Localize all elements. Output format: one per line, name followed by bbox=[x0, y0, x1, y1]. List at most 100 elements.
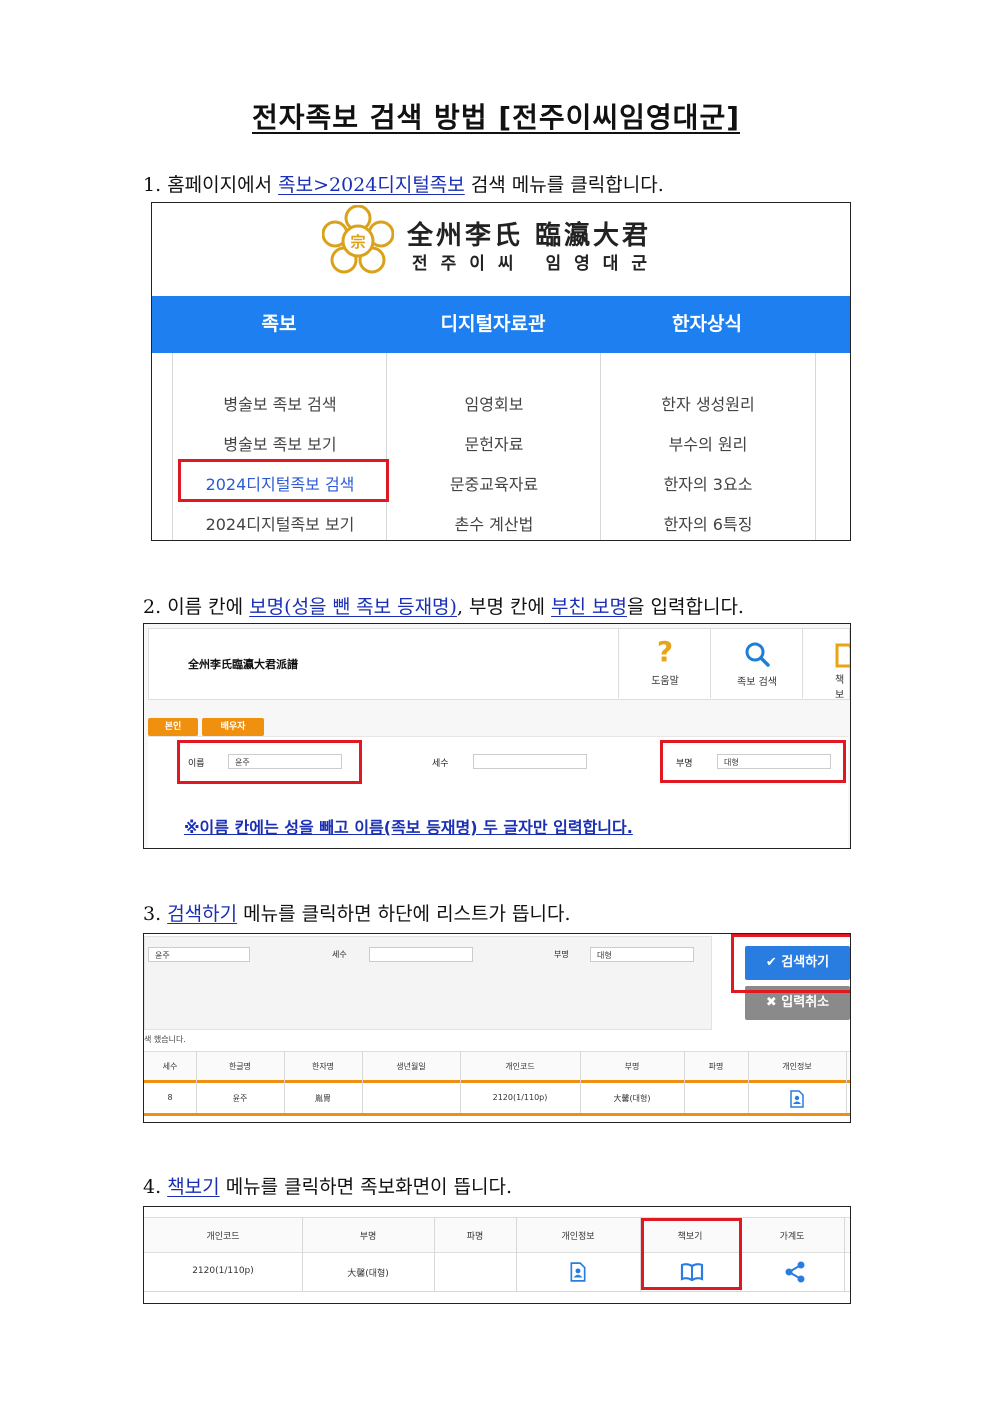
menu-item[interactable]: 2024디지털족보 보기 bbox=[173, 511, 387, 535]
highlight-box bbox=[660, 740, 846, 783]
highlight-box bbox=[178, 459, 389, 502]
logo-hanja: 全州李氏 臨瀛大君 bbox=[407, 221, 652, 251]
book-view-button[interactable]: 책보 bbox=[802, 628, 850, 698]
menu-item[interactable]: 한자의 3요소 bbox=[601, 471, 815, 495]
step-number: 3. bbox=[143, 903, 162, 925]
generation-input[interactable] bbox=[473, 754, 587, 769]
note-text: ※이름 칸에는 성을 빼고 이름(족보 등재명) 두 글자만 입력합니다. bbox=[184, 818, 633, 837]
step-text: 이름 칸에 bbox=[167, 596, 244, 618]
logo-hangul: 전주이씨 임영대군 bbox=[412, 254, 661, 274]
help-button[interactable]: ? 도움말 bbox=[618, 628, 711, 698]
tool-label: 도움말 bbox=[651, 676, 679, 687]
menu-item[interactable]: 한자 생성원리 bbox=[601, 391, 815, 415]
menu-item[interactable]: 부수의 원리 bbox=[601, 431, 815, 455]
step-text: 을 입력합니다. bbox=[627, 596, 744, 618]
father-name-label: 부명 bbox=[554, 950, 569, 959]
menu-column-jokbo: 병술보 족보 검색 병술보 족보 보기 2024디지털족보 검색 2024디지털… bbox=[172, 353, 387, 540]
screenshot-book-view: 개인코드 부명 파명 개인정보 책보기 가계도 2120(1/110p) 大馨(… bbox=[143, 1206, 851, 1304]
table-bottom-line bbox=[144, 1291, 850, 1292]
table-cell: 2120(1/110p) bbox=[192, 1266, 254, 1276]
table-cell: 윤주 bbox=[232, 1094, 248, 1103]
table-cell: 大馨(대형) bbox=[347, 1269, 389, 1279]
col-header: 개인코드 bbox=[505, 1062, 535, 1071]
step-text: 검색 메뉴를 클릭합니다. bbox=[470, 174, 664, 196]
menu-column-archive: 임영회보 문헌자료 문중교육자료 촌수 계산법 bbox=[386, 353, 601, 540]
step-number: 2. bbox=[143, 596, 162, 618]
nav-hanja[interactable]: 한자상식 bbox=[600, 296, 814, 353]
generation-label: 세수 bbox=[432, 759, 449, 769]
reset-button-label: 입력취소 bbox=[781, 995, 830, 1010]
step-text: 홈페이지에서 bbox=[167, 174, 273, 196]
table-divider bbox=[844, 1217, 845, 1291]
menu-item[interactable]: 문헌자료 bbox=[387, 431, 601, 455]
table-cell: 2120(1/110p) bbox=[492, 1093, 548, 1102]
table-divider bbox=[580, 1051, 581, 1113]
screenshot-menu: 宗 全州李氏 臨瀛大君 전주이씨 임영대군 족보 디지털자료관 한자상식 병술보… bbox=[151, 202, 851, 541]
nav-digital-archive[interactable]: 디지털자료관 bbox=[386, 296, 600, 353]
close-icon: ✖ bbox=[765, 995, 777, 1010]
svg-text:宗: 宗 bbox=[350, 233, 365, 251]
step-text: 메뉴를 클릭하면 하단에 리스트가 뜹니다. bbox=[243, 903, 571, 925]
step-link: 검색하기 bbox=[167, 903, 238, 925]
col-header: 한자명 bbox=[311, 1062, 335, 1071]
step-number: 1. bbox=[143, 174, 162, 196]
col-header: 파명 bbox=[466, 1232, 484, 1242]
nav-jokbo[interactable]: 족보 bbox=[172, 296, 386, 353]
menu-item[interactable]: 병술보 족보 보기 bbox=[173, 431, 387, 455]
note-box: ※이름 칸에는 성을 빼고 이름(족보 등재명) 두 글자만 입력합니다. bbox=[180, 802, 736, 842]
clan-emblem-icon: 宗 bbox=[322, 205, 394, 274]
step-4: 4. 책보기 메뉴를 클릭하면 족보화면이 뜹니다. bbox=[143, 1172, 512, 1199]
col-header: 부명 bbox=[359, 1232, 377, 1242]
family-tree-icon[interactable] bbox=[784, 1261, 806, 1283]
table-divider bbox=[684, 1051, 685, 1113]
col-header: 한글명 bbox=[228, 1062, 252, 1071]
generation-label: 세수 bbox=[332, 950, 347, 959]
step-2: 2. 이름 칸에 보명(성을 뺀 족보 등재명), 부명 칸에 부친 보명을 입… bbox=[143, 592, 744, 619]
menu-item[interactable]: 촌수 계산법 bbox=[387, 511, 601, 535]
step-3: 3. 검색하기 메뉴를 클릭하면 하단에 리스트가 뜹니다. bbox=[143, 899, 571, 926]
personal-info-icon[interactable] bbox=[568, 1261, 588, 1283]
step-link: 보명(성을 뺀 족보 등재명) bbox=[249, 596, 457, 618]
menu-column-hanja: 한자 생성원리 부수의 원리 한자의 3요소 한자의 6특징 bbox=[600, 353, 816, 540]
tool-label: 책보 bbox=[835, 675, 845, 698]
table-divider bbox=[748, 1051, 749, 1113]
table-divider bbox=[846, 1051, 847, 1113]
menu-item[interactable]: 병술보 족보 검색 bbox=[173, 391, 387, 415]
main-nav: 족보 디지털자료관 한자상식 bbox=[152, 296, 850, 353]
col-header: 개인정보 bbox=[782, 1062, 812, 1071]
name-input[interactable]: 윤주 bbox=[148, 947, 250, 962]
screenshot-search-form: 全州李氏臨瀛大君派譜 ? 도움말 족보 검색 책보 본인 배우자 이름 윤주 세… bbox=[143, 623, 851, 849]
col-header: 부명 bbox=[624, 1062, 640, 1071]
menu-item[interactable]: 한자의 6특징 bbox=[601, 511, 815, 535]
tab-self[interactable]: 본인 bbox=[148, 718, 198, 736]
result-message: 색 했습니다. bbox=[144, 1035, 186, 1044]
search-icon bbox=[745, 642, 770, 667]
screenshot-search-results: 윤주 세수 부명 대형 ✔ 검색하기 ✖ 입력취소 색 했습니다. 세수 한글명… bbox=[143, 933, 851, 1123]
menu-item[interactable]: 문중교육자료 bbox=[387, 471, 601, 495]
father-name-input[interactable]: 대형 bbox=[590, 947, 694, 962]
col-header: 개인코드 bbox=[206, 1232, 240, 1242]
col-header: 파명 bbox=[708, 1062, 724, 1071]
col-header: 개인정보 bbox=[561, 1232, 595, 1242]
highlight-box bbox=[641, 1218, 742, 1290]
col-header: 가계도 bbox=[779, 1232, 805, 1242]
jokbo-search-button[interactable]: 족보 검색 bbox=[710, 628, 803, 698]
site-title: 全州李氏臨瀛大君派譜 bbox=[188, 658, 298, 671]
personal-info-icon[interactable] bbox=[788, 1090, 806, 1108]
table-divider bbox=[302, 1217, 303, 1291]
generation-input[interactable] bbox=[369, 947, 473, 962]
table-cell: 胤冑 bbox=[315, 1094, 331, 1103]
step-text: 메뉴를 클릭하면 족보화면이 뜹니다. bbox=[225, 1176, 513, 1198]
col-header: 생년월일 bbox=[396, 1062, 426, 1071]
menu-item[interactable]: 임영회보 bbox=[387, 391, 601, 415]
table-header-underline bbox=[144, 1080, 850, 1083]
document-title: 전자족보 검색 방법 [전주이씨임영대군] bbox=[252, 101, 740, 134]
step-link: 부친 보명 bbox=[551, 596, 628, 618]
step-number: 4. bbox=[143, 1176, 162, 1198]
tab-spouse[interactable]: 배우자 bbox=[202, 718, 264, 736]
table-cell: 8 bbox=[167, 1093, 173, 1102]
table-divider bbox=[460, 1051, 461, 1113]
step-1: 1. 홈페이지에서 족보>2024디지털족보 검색 메뉴를 클릭합니다. bbox=[143, 170, 664, 197]
col-header: 세수 bbox=[162, 1062, 178, 1071]
step-link: 책보기 bbox=[167, 1176, 220, 1198]
